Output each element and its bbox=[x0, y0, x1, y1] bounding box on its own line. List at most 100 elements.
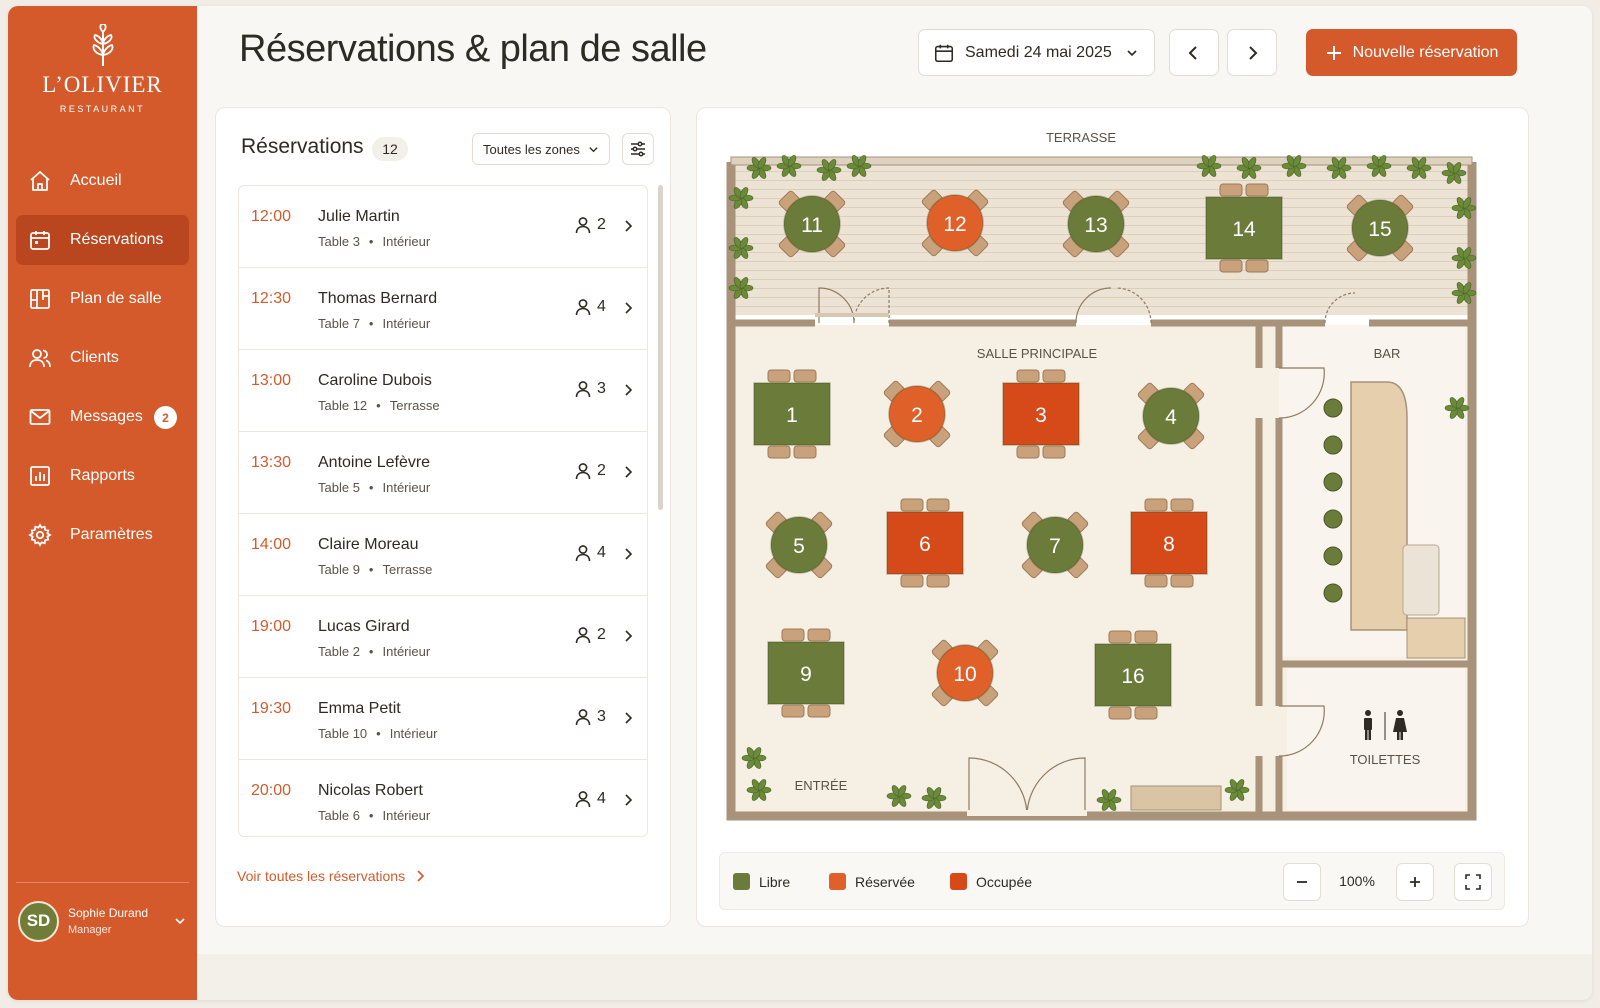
reservation-row[interactable]: 13:30 Antoine Lefèvre Table 5 • Intérieur 2 bbox=[239, 432, 647, 514]
see-all-reservations-link[interactable]: Voir toutes les réservations bbox=[237, 868, 425, 884]
sidebar-item-plan-de-salle[interactable]: Plan de salle bbox=[16, 274, 189, 324]
chair bbox=[767, 369, 791, 383]
user-info: Sophie Durand Manager bbox=[68, 906, 173, 936]
table-13[interactable]: 13 bbox=[1062, 190, 1130, 258]
reservation-name: Lucas Girard bbox=[318, 618, 410, 635]
table-number: 10 bbox=[953, 663, 976, 686]
sidebar-item-reservations[interactable]: Réservations bbox=[16, 215, 189, 265]
table-number: 1 bbox=[786, 404, 798, 427]
sidebar-item-label: Messages bbox=[70, 408, 143, 425]
selected-date: Samedi 24 mai 2025 bbox=[965, 43, 1112, 61]
sidebar-item-rapports[interactable]: Rapports bbox=[16, 451, 189, 501]
table-11[interactable]: 11 bbox=[778, 190, 846, 258]
previous-day-button[interactable] bbox=[1169, 29, 1219, 76]
reservation-row[interactable]: 14:00 Claire Moreau Table 9 • Terrasse 4 bbox=[239, 514, 647, 596]
reservation-name: Nicolas Robert bbox=[318, 782, 423, 799]
table-12[interactable]: 12 bbox=[921, 189, 989, 257]
app-window: L’OLIVIER RESTAURANT Accueil Réservation… bbox=[8, 6, 1592, 1000]
sidebar-item-clients[interactable]: Clients bbox=[16, 333, 189, 383]
calendar-icon bbox=[933, 42, 955, 64]
reservation-row[interactable]: 19:00 Lucas Girard Table 2 • Intérieur 2 bbox=[239, 596, 647, 678]
reservation-row[interactable]: 13:00 Caroline Dubois Table 12 • Terrasse 3 bbox=[239, 350, 647, 432]
reservation-meta: Table 9 • Terrasse bbox=[318, 562, 432, 577]
table-1[interactable]: 1 bbox=[753, 369, 831, 459]
separator-dot: • bbox=[368, 480, 374, 495]
separator-dot: • bbox=[376, 398, 381, 413]
chevron-down-icon bbox=[173, 914, 187, 928]
next-day-button[interactable] bbox=[1227, 29, 1277, 76]
table-2[interactable]: 2 bbox=[883, 380, 951, 448]
table-number: 14 bbox=[1232, 218, 1256, 241]
table-number: 8 bbox=[1163, 533, 1175, 556]
sidebar-item-accueil[interactable]: Accueil bbox=[16, 156, 189, 206]
person-icon bbox=[575, 544, 591, 562]
table-number: 6 bbox=[919, 533, 931, 556]
table-16[interactable]: 16 bbox=[1094, 630, 1172, 720]
reservation-meta: Table 6 • Intérieur bbox=[318, 808, 430, 823]
table-8[interactable]: 8 bbox=[1130, 498, 1208, 588]
reservation-time: 12:30 bbox=[251, 290, 292, 307]
table-10[interactable]: 10 bbox=[931, 639, 999, 707]
table-14[interactable]: 14 bbox=[1205, 183, 1283, 273]
zoom-out-button[interactable] bbox=[1283, 863, 1321, 901]
reservation-row[interactable]: 12:30 Thomas Bernard Table 7 • Intérieur 4 bbox=[239, 268, 647, 350]
table-6[interactable]: 6 bbox=[886, 498, 964, 588]
table-3[interactable]: 3 bbox=[1002, 369, 1080, 459]
chevron-down-icon bbox=[588, 144, 599, 155]
reservation-zone: Intérieur bbox=[382, 316, 431, 331]
new-reservation-label: Nouvelle réservation bbox=[1352, 43, 1499, 61]
chair bbox=[1245, 183, 1269, 197]
reservation-time: 13:30 bbox=[251, 454, 292, 471]
date-picker[interactable]: Samedi 24 mai 2025 bbox=[918, 29, 1155, 76]
person-icon bbox=[575, 708, 591, 726]
table-15[interactable]: 15 bbox=[1346, 194, 1414, 262]
chair bbox=[1144, 498, 1168, 512]
new-reservation-button[interactable]: Nouvelle réservation bbox=[1306, 29, 1517, 76]
sidebar-item-parametres[interactable]: Paramètres bbox=[16, 510, 189, 560]
logo[interactable]: L’OLIVIER RESTAURANT bbox=[8, 24, 197, 114]
legend-swatch bbox=[733, 873, 750, 890]
table-number: 12 bbox=[943, 213, 966, 236]
floor-plan-icon bbox=[28, 287, 52, 311]
chevron-right-icon bbox=[623, 465, 633, 479]
reservation-time: 13:00 bbox=[251, 372, 292, 389]
reservation-guests: 3 bbox=[575, 380, 606, 398]
guest-count: 2 bbox=[597, 462, 606, 479]
brand-subtitle: RESTAURANT bbox=[59, 104, 146, 114]
table-9[interactable]: 9 bbox=[767, 628, 845, 718]
sidebar-divider bbox=[16, 882, 189, 883]
fullscreen-button[interactable] bbox=[1454, 863, 1492, 901]
guest-count: 4 bbox=[597, 790, 606, 807]
reservation-time: 12:00 bbox=[251, 208, 292, 225]
chart-icon bbox=[28, 464, 52, 488]
table-4[interactable]: 4 bbox=[1137, 382, 1205, 450]
table-number: 3 bbox=[1035, 404, 1047, 427]
table-number: 9 bbox=[800, 663, 812, 686]
legend-item-occupee: Occupée bbox=[950, 873, 1032, 890]
reservation-table: Table 9 bbox=[318, 562, 360, 577]
reservation-row[interactable]: 19:30 Emma Petit Table 10 • Intérieur 3 bbox=[239, 678, 647, 760]
scrollbar[interactable] bbox=[658, 185, 663, 510]
sidebar-item-messages[interactable]: Messages 2 bbox=[16, 392, 189, 442]
terrace-railing bbox=[730, 156, 1473, 166]
reservation-zone: Intérieur bbox=[389, 726, 438, 741]
zone-label-terrasse: TERRASSE bbox=[1046, 130, 1116, 145]
zoom-in-button[interactable] bbox=[1396, 863, 1434, 901]
calendar-icon bbox=[28, 228, 52, 252]
legend-label: Réservée bbox=[855, 873, 915, 890]
reservation-guests: 4 bbox=[575, 790, 606, 808]
users-icon bbox=[28, 346, 52, 370]
sidebar-item-label: Rapports bbox=[70, 467, 135, 484]
reservation-row[interactable]: 20:00 Nicolas Robert Table 6 • Intérieur 4 bbox=[239, 760, 647, 836]
reservation-row[interactable]: 12:00 Julie Martin Table 3 • Intérieur 2 bbox=[239, 186, 647, 268]
table-5[interactable]: 5 bbox=[765, 511, 833, 579]
reservation-guests: 2 bbox=[575, 462, 606, 480]
filter-button[interactable] bbox=[622, 133, 654, 165]
zone-filter-select[interactable]: Toutes les zones bbox=[472, 133, 610, 165]
door-frame bbox=[815, 313, 889, 317]
user-menu[interactable]: SD Sophie Durand Manager bbox=[18, 898, 187, 944]
fullscreen-icon bbox=[1465, 874, 1481, 890]
table-7[interactable]: 7 bbox=[1021, 511, 1089, 579]
reservation-guests: 4 bbox=[575, 544, 606, 562]
reservation-name: Claire Moreau bbox=[318, 536, 419, 553]
